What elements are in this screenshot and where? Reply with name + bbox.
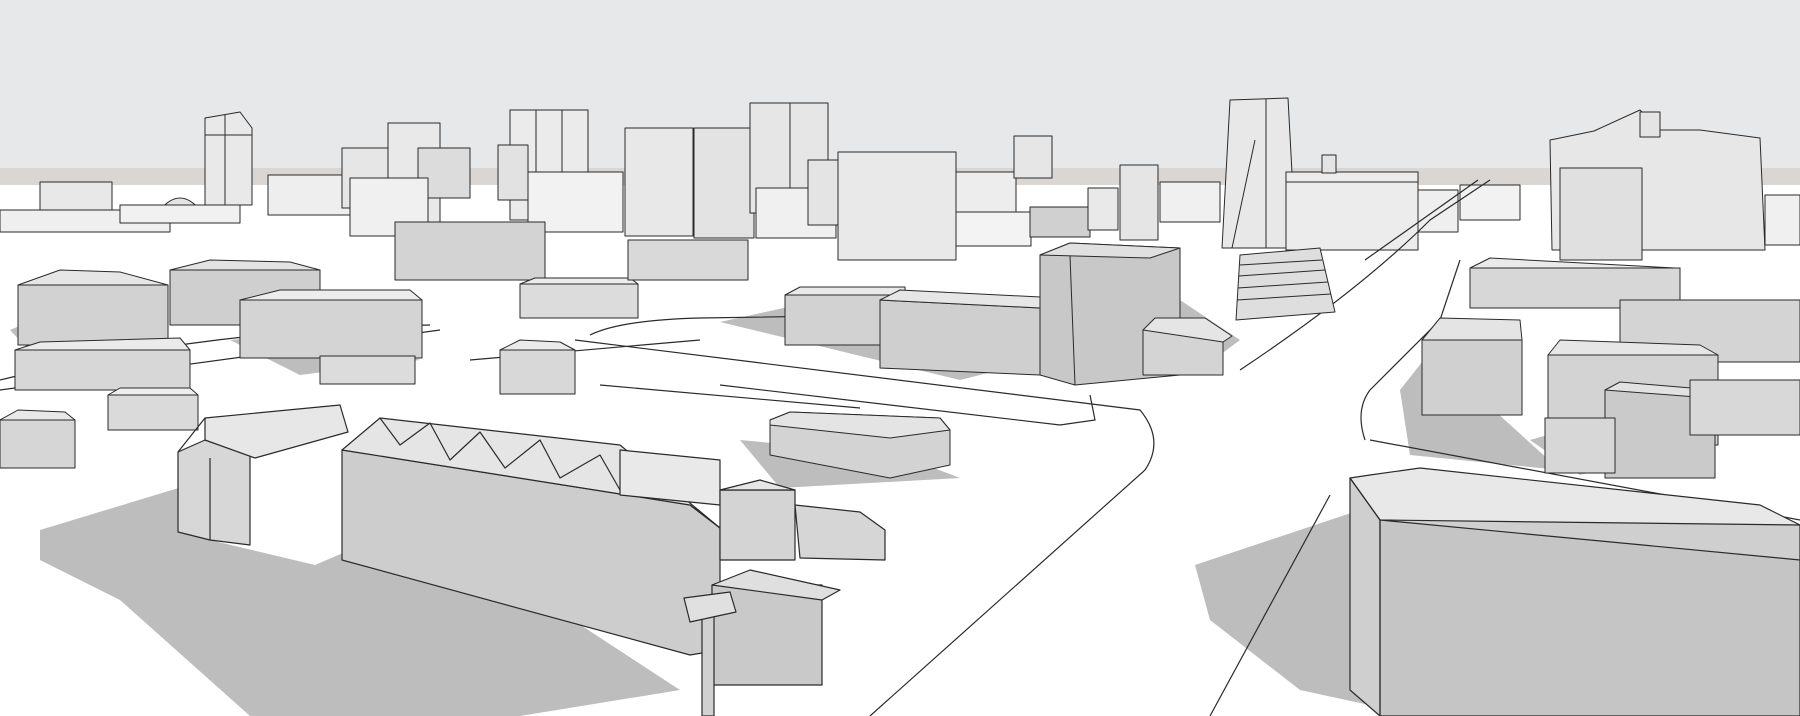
sky: [0, 0, 1800, 172]
city-model-viewport: [0, 0, 1800, 716]
